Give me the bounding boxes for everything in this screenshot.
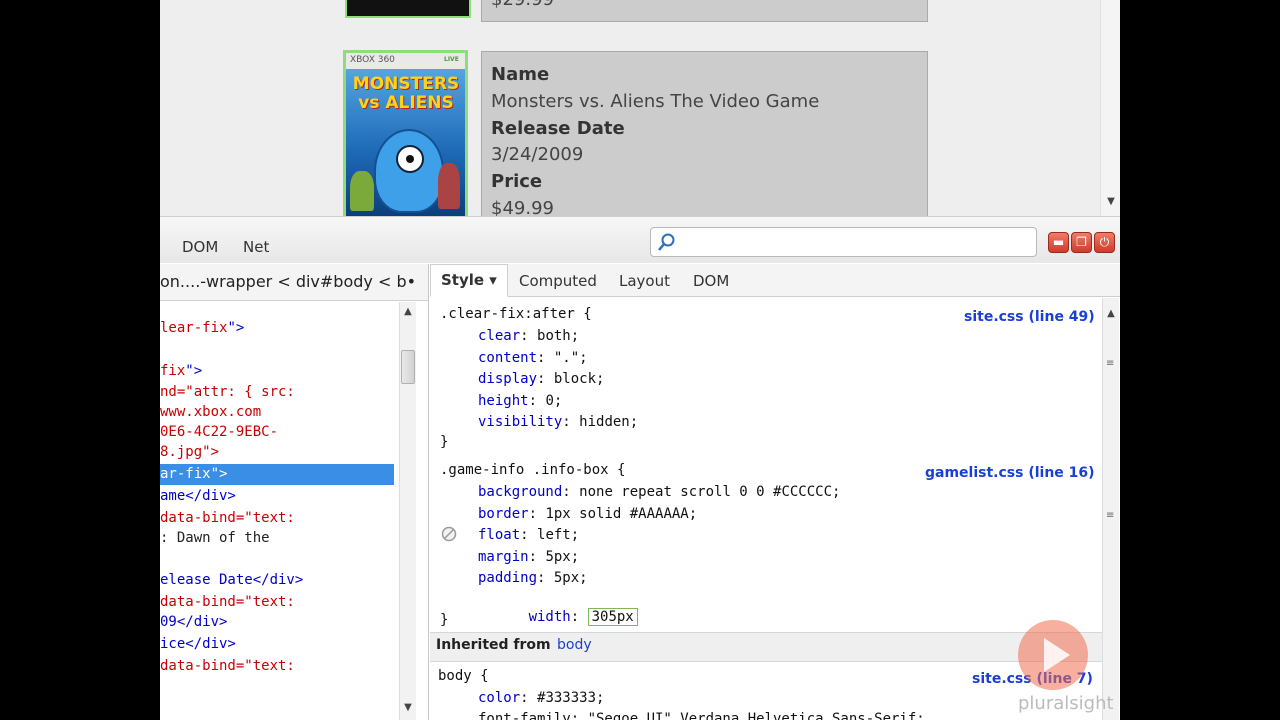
html-tree-line[interactable]: 8.jpg"> [160, 444, 219, 460]
search-icon [658, 233, 675, 251]
html-tree-line[interactable]: 0E6-4C22-9EBC- [160, 424, 278, 440]
scrollbar-thumb[interactable] [401, 350, 415, 384]
inherited-header: Inherited from body [430, 632, 1102, 662]
html-tree-scrollbar[interactable]: ▲ ▼ [399, 302, 416, 720]
disable-property-icon[interactable] [441, 526, 457, 542]
name-label: Name [491, 64, 550, 85]
monster-figure [374, 129, 444, 213]
css-property[interactable]: border: 1px solid #AAAAAA; [478, 506, 697, 522]
scroll-up-icon[interactable]: ▲ [400, 306, 416, 317]
css-property[interactable]: clear: both; [478, 328, 579, 344]
html-tree-line[interactable]: ame</div> [160, 488, 236, 504]
cover-art: XBOX 360 LIVE MONSTERS vs ALIENS [346, 53, 465, 216]
breadcrumb[interactable]: on....-wrapper < div#body < b• [160, 264, 428, 301]
breadcrumb-text[interactable]: on....-wrapper < div#body < b• [160, 272, 416, 291]
search-input[interactable] [679, 231, 1033, 253]
tab-computed[interactable]: Computed [519, 272, 597, 290]
release-value: 3/24/2009 [491, 144, 584, 165]
minimize-icon[interactable]: ▬ [1048, 232, 1069, 253]
rule1-selector[interactable]: .clear-fix:after { [440, 306, 592, 322]
css-property[interactable]: margin: 5px; [478, 549, 579, 565]
live-badge: LIVE [444, 56, 459, 63]
release-label: Release Date [491, 118, 625, 139]
html-tree-line[interactable]: nd="attr: { src: [160, 384, 295, 400]
css-property[interactable]: visibility: hidden; [478, 414, 638, 430]
rule3-prop-color[interactable]: color: #333333; [478, 690, 604, 706]
html-tree-line[interactable]: ice</div> [160, 636, 236, 652]
prev-game-cover[interactable] [345, 0, 471, 18]
html-tree: lear-fix"> fix"> nd="attr: { src: www.xbox.… [160, 300, 396, 720]
css-property[interactable]: float: left; [478, 527, 579, 543]
game-cover[interactable]: XBOX 360 LIVE MONSTERS vs ALIENS [343, 50, 468, 216]
tab-dom[interactable]: DOM [182, 238, 218, 256]
cover-title: MONSTERS vs ALIENS [352, 74, 460, 113]
tab-style[interactable]: Style ▾ [430, 264, 508, 297]
cover-header: XBOX 360 LIVE [346, 53, 465, 69]
html-tree-line[interactable]: data-bind="text: [160, 658, 295, 674]
inherited-label: Inherited from [436, 637, 551, 653]
rule3-partial-line: font-family: "Segoe UI",Verdana,Helvetic… [478, 711, 925, 720]
close-icon[interactable]: ⏻ [1094, 232, 1115, 253]
play-watermark-icon [1018, 620, 1088, 690]
prev-price: $29.99 [491, 0, 554, 10]
tab-net[interactable]: Net [243, 238, 269, 256]
width-value-editor[interactable]: 305px [587, 608, 638, 626]
css-property[interactable]: display: block; [478, 371, 604, 387]
monster-eye [396, 145, 424, 173]
restore-icon[interactable]: ❐ [1071, 232, 1092, 253]
rule2-source-link[interactable]: gamelist.css (line 16) [925, 465, 1095, 481]
html-tree-line[interactable]: data-bind="text: [160, 510, 295, 526]
css-property[interactable]: padding: 5px; [478, 570, 588, 586]
xbox-logo: XBOX 360 [350, 55, 395, 65]
search-box[interactable] [650, 227, 1037, 257]
rule2-selector[interactable]: .game-info .info-box { [440, 462, 625, 478]
width-name: width [528, 609, 571, 625]
html-tree-line[interactable]: fix"> [160, 363, 202, 379]
monster-right [438, 163, 460, 209]
monster-left [350, 171, 374, 211]
html-tree-line[interactable]: 09</div> [160, 614, 227, 630]
html-tree-line[interactable]: ar-fix"> [160, 464, 394, 485]
scroll-up-icon[interactable]: ▲ [1103, 308, 1119, 319]
style-panel-scrollbar[interactable]: ▲ ≡ ≡ [1102, 298, 1119, 720]
html-tree-line[interactable]: lear-fix"> [160, 320, 244, 336]
screen: $29.99 XBOX 360 LIVE MONSTERS vs ALIENS [160, 0, 1120, 720]
inherited-body-link[interactable]: body [557, 637, 592, 653]
rule1-source-link[interactable]: site.css (line 49) [964, 309, 1095, 325]
rule2-close: } [440, 612, 449, 628]
tab-dom-style[interactable]: DOM [693, 272, 729, 290]
price-value: $49.99 [491, 198, 554, 216]
scroll-grip-top-icon[interactable]: ≡ [1106, 358, 1114, 369]
scroll-down-icon[interactable]: ▼ [400, 702, 416, 713]
devtools-toolbar: DOM Net ▬ ❐ ⏻ [160, 216, 1120, 263]
name-value: Monsters vs. Aliens The Video Game [491, 91, 820, 112]
html-panel: on....-wrapper < div#body < b• lear-fix"… [160, 264, 429, 720]
html-tree-line[interactable]: www.xbox.com [160, 404, 261, 420]
rule1-close: } [440, 434, 449, 450]
page-scrollbar[interactable]: ▼ [1100, 0, 1120, 216]
scroll-down-icon[interactable]: ▼ [1103, 196, 1119, 207]
css-property[interactable]: content: "."; [478, 350, 588, 366]
style-panel-tabs: Style ▾ Computed Layout DOM [430, 264, 1120, 297]
style-panel: Style ▾ Computed Layout DOM .clear-fix:a… [430, 264, 1120, 720]
css-property[interactable]: height: 0; [478, 393, 562, 409]
rule3-selector[interactable]: body { [438, 668, 489, 684]
css-property[interactable]: background: none repeat scroll 0 0 #CCCC… [478, 484, 840, 500]
web-page-area: $29.99 XBOX 360 LIVE MONSTERS vs ALIENS [160, 0, 1120, 216]
html-tree-line[interactable]: : Dawn of the [160, 530, 270, 546]
pluralsight-watermark: pluralsight [1018, 693, 1114, 714]
price-label: Price [491, 171, 543, 192]
html-tree-line[interactable]: data-bind="text: [160, 594, 295, 610]
scroll-grip-icon[interactable]: ≡ [1106, 510, 1114, 521]
info-box: Name Monsters vs. Aliens The Video Game … [481, 51, 928, 216]
prev-info-box: $29.99 [481, 0, 928, 22]
tab-layout[interactable]: Layout [619, 272, 670, 290]
html-tree-line[interactable]: elease Date</div> [160, 572, 303, 588]
